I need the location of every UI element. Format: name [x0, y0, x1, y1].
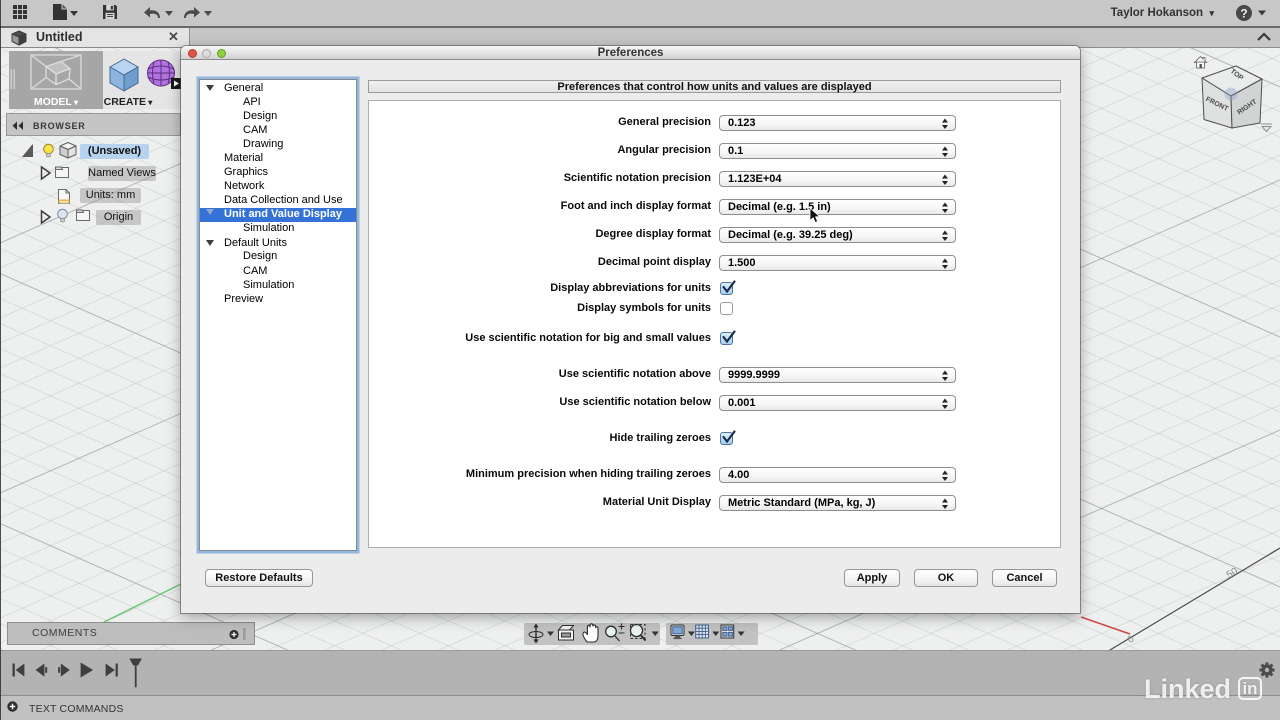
- svg-text:?: ?: [1240, 7, 1247, 21]
